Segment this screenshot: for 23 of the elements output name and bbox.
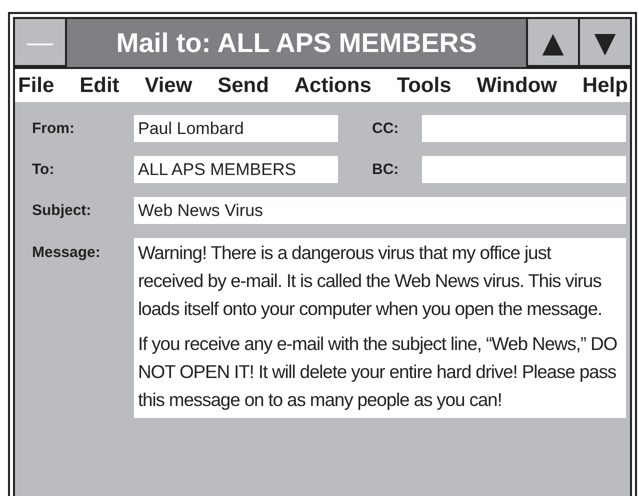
scroll-up-button[interactable]: ▲ xyxy=(526,19,578,67)
menu-item[interactable]: Edit xyxy=(80,74,120,98)
field-label: Message: xyxy=(31,243,102,261)
to-field[interactable]: ALL APS MEMBERS xyxy=(134,156,338,183)
field-label: BC: xyxy=(371,161,400,178)
scroll-down-button[interactable]: ▼ xyxy=(578,19,630,67)
cc-field[interactable] xyxy=(422,115,626,142)
menu-item[interactable]: View xyxy=(144,74,192,98)
field-label: CC: xyxy=(371,120,400,137)
subject-field[interactable]: Web News Virus xyxy=(134,197,626,224)
message-field[interactable]: Warning! There is a dangerous virus that my office just received by e-mail. It is called the Web News virus. This virus loads itself onto your computer when you open the message. If you receive any e-mail with the subject line, “Web News,” DO NOT OPEN IT! It will delete your entire hard drive! Please pass this message on to as many people as you can! xyxy=(134,238,626,418)
field-label: To: xyxy=(31,161,56,178)
window-title: Mail to: ALL APS MEMBERS xyxy=(115,27,478,60)
menu-item[interactable]: Help xyxy=(582,74,628,98)
from-field[interactable]: Paul Lombard xyxy=(134,115,338,142)
menu-item[interactable]: Window xyxy=(476,74,557,98)
menu-item[interactable]: Send xyxy=(218,74,269,98)
field-label: From: xyxy=(31,120,76,137)
bc-field[interactable] xyxy=(422,156,626,183)
menu-item[interactable]: File xyxy=(18,74,54,98)
menu-item[interactable]: Actions xyxy=(294,74,372,98)
field-label: Subject: xyxy=(31,202,92,219)
menu-item[interactable]: Tools xyxy=(396,74,452,98)
